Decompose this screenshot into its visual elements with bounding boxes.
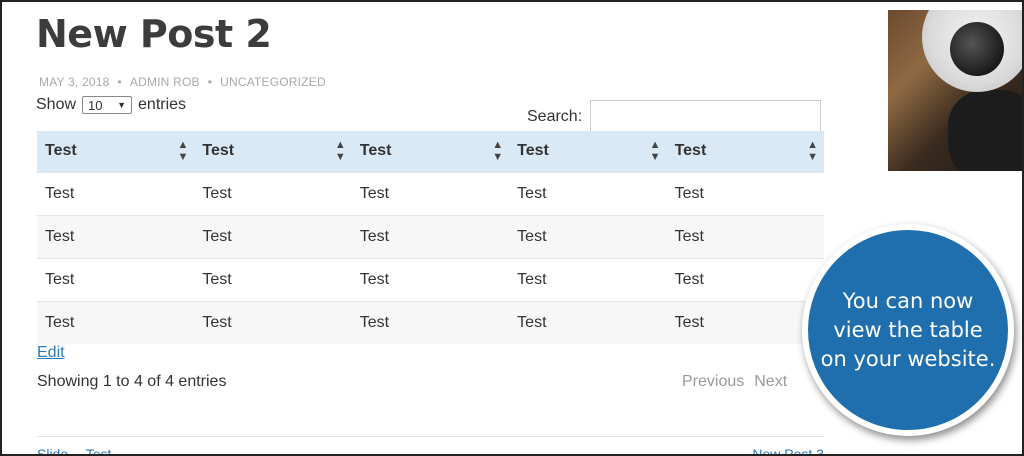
table-cell: Test <box>666 171 824 215</box>
table-cell: Test <box>666 300 824 344</box>
page-length-control: Show 10 ▼ entries <box>36 96 186 114</box>
table-cell: Test <box>509 214 667 258</box>
previous-button[interactable]: Previous <box>682 373 744 391</box>
entries-label: entries <box>138 96 187 113</box>
table-cell: Test <box>509 171 667 215</box>
table-info: Showing 1 to 4 of 4 entries <box>37 373 227 390</box>
table-cell: Test <box>351 300 510 344</box>
image-pupil <box>950 22 1004 76</box>
table-cell: Test <box>37 171 195 215</box>
image-shadow <box>948 90 1022 171</box>
column-header[interactable]: Test ▲ ▼ <box>509 131 666 172</box>
page-size-value: 10 <box>88 97 103 113</box>
page-size-select[interactable]: 10 ▼ <box>82 96 133 114</box>
sort-icon: ▲ ▼ <box>807 139 818 164</box>
column-header-label: Test <box>45 142 77 160</box>
post-category[interactable]: UNCATEGORIZED <box>220 75 326 89</box>
sort-icon: ▲ ▼ <box>177 139 189 164</box>
callout-badge: You can now view the table on your websi… <box>802 224 1014 436</box>
sort-icon: ▲ ▼ <box>334 139 346 164</box>
table-cell: Test <box>194 257 352 301</box>
post-meta: MAY 3, 2018 • ADMIN ROB • UNCATEGORIZED <box>39 75 326 89</box>
column-header[interactable]: Test ▲ ▼ <box>194 131 351 172</box>
table-cell: Test <box>351 214 510 258</box>
pagination: Previous Next <box>682 373 787 391</box>
table-cell: Test <box>351 171 510 215</box>
post-date[interactable]: MAY 3, 2018 <box>39 75 109 89</box>
column-header-label: Test <box>674 142 707 160</box>
table-cell: Test <box>37 300 195 344</box>
post-title: New Post 2 <box>36 12 272 56</box>
next-button[interactable]: Next <box>754 373 787 391</box>
image-eye <box>922 10 1022 92</box>
meta-separator: • <box>207 75 213 89</box>
post-author[interactable]: ADMIN ROB <box>130 75 200 89</box>
table-cell: Test <box>666 214 824 258</box>
data-table: Test ▲ ▼ Test ▲ ▼ Test ▲ ▼ Test ▲ ▼ Test ▲ ▼ Test … <box>37 131 824 344</box>
featured-image <box>888 10 1022 171</box>
table-row: Test Test Test Test Test <box>37 300 824 344</box>
previous-post-link[interactable]: Slide… Test <box>37 446 111 454</box>
table-cell: Test <box>666 257 824 301</box>
show-label: Show <box>36 96 77 113</box>
sort-icon: ▲ ▼ <box>649 139 661 164</box>
column-header[interactable]: Test ▲ ▼ <box>352 131 509 172</box>
table-cell: Test <box>37 257 195 301</box>
column-header-label: Test <box>517 142 549 160</box>
column-header-label: Test <box>202 142 235 160</box>
chevron-down-icon: ▼ <box>117 100 127 110</box>
column-header[interactable]: Test ▲ ▼ <box>37 131 194 172</box>
page-frame: New Post 2 MAY 3, 2018 • ADMIN ROB • UNCATEG… <box>0 0 1024 456</box>
column-header-label: Test <box>359 142 392 160</box>
table-cell: Test <box>509 300 667 344</box>
sort-icon: ▲ ▼ <box>492 139 504 164</box>
search-label: Search: <box>527 108 583 125</box>
post-navigation: Slide… Test New Post 3 <box>37 446 824 454</box>
table-cell: Test <box>37 214 195 258</box>
table-cell: Test <box>509 257 667 301</box>
table-header-row: Test ▲ ▼ Test ▲ ▼ Test ▲ ▼ Test ▲ ▼ Test ▲ ▼ <box>37 131 824 172</box>
table-row: Test Test Test Test Test <box>37 257 824 301</box>
edit-link[interactable]: Edit <box>37 344 65 362</box>
table-cell: Test <box>194 214 352 258</box>
next-post-link[interactable]: New Post 3 <box>752 446 824 454</box>
meta-separator: • <box>117 75 122 89</box>
table-row: Test Test Test Test Test <box>37 171 824 215</box>
table-search: Search: <box>527 100 822 134</box>
table-cell: Test <box>194 300 352 344</box>
table-row: Test Test Test Test Test <box>37 214 824 258</box>
column-header[interactable]: Test ▲ ▼ <box>667 131 824 172</box>
search-input[interactable] <box>590 100 822 134</box>
callout-text: You can now view the table on your websi… <box>820 288 996 371</box>
divider <box>37 436 824 437</box>
table-cell: Test <box>351 257 510 301</box>
table-cell: Test <box>194 171 352 215</box>
